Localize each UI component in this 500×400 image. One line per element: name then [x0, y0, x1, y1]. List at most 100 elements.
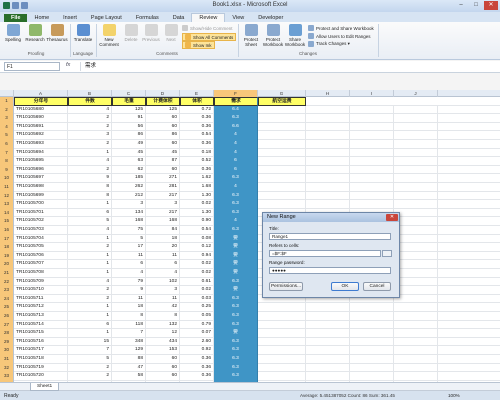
table-cell[interactable]: 11 — [146, 251, 180, 261]
table-cell[interactable]: 88 — [112, 355, 146, 364]
table-cell[interactable] — [394, 294, 438, 304]
tab-developer[interactable]: Developer — [251, 14, 290, 22]
table-cell[interactable]: 45 — [112, 148, 146, 158]
table-cell[interactable]: 0.07 — [180, 329, 214, 338]
table-cell[interactable] — [394, 183, 438, 192]
row-number[interactable]: 19 — [0, 251, 14, 261]
table-cell[interactable]: 11 — [112, 294, 146, 304]
table-cell[interactable]: 1 — [68, 251, 112, 261]
table-cell[interactable]: TR10105692 — [14, 131, 68, 140]
table-cell[interactable]: TR10105707 — [14, 260, 68, 269]
table-cell[interactable]: 0.36 — [180, 372, 214, 381]
table-cell[interactable]: 4 — [112, 269, 146, 278]
table-cell[interactable] — [350, 148, 394, 158]
table-cell[interactable] — [394, 226, 438, 235]
table-cell[interactable] — [306, 140, 350, 149]
table-cell[interactable] — [350, 191, 394, 201]
table-cell[interactable] — [350, 372, 394, 381]
column-header-i[interactable]: I — [350, 90, 394, 97]
table-cell[interactable]: 45 — [146, 148, 180, 158]
table-cell[interactable]: 86 — [146, 131, 180, 140]
table-cell[interactable] — [306, 200, 350, 209]
table-cell[interactable]: 7 — [112, 329, 146, 338]
table-cell[interactable]: TR10105705 — [14, 243, 68, 252]
table-cell[interactable]: 2 — [68, 165, 112, 175]
column-header-b[interactable]: B — [68, 90, 112, 97]
zoom-level[interactable]: 100% — [448, 393, 460, 398]
table-cell[interactable]: 1 — [68, 269, 112, 278]
table-cell[interactable] — [350, 140, 394, 149]
next-comment-button[interactable]: Next — [160, 24, 182, 42]
table-cell[interactable] — [350, 200, 394, 209]
table-cell[interactable]: 6.3 — [214, 191, 258, 201]
table-cell[interactable]: TR10105713 — [14, 312, 68, 321]
tab-review[interactable]: Review — [191, 13, 226, 22]
header-cell[interactable]: 航空运费 — [258, 97, 306, 106]
table-cell[interactable] — [306, 337, 350, 347]
table-cell[interactable]: TR10105690 — [14, 114, 68, 123]
table-cell[interactable]: 2 — [68, 114, 112, 123]
table-cell[interactable]: TR10105706 — [14, 251, 68, 261]
show-hide-comment-toggle[interactable]: Show/Hide Comment — [182, 25, 233, 31]
table-cell[interactable]: 84 — [146, 226, 180, 235]
allow-users-edit-ranges-button[interactable]: Allow Users to Edit Ranges — [308, 33, 371, 39]
range-password-input[interactable]: ●●●●● — [269, 267, 391, 274]
header-cell[interactable]: 毛重 — [112, 97, 146, 106]
cancel-button[interactable]: Cancel — [363, 282, 391, 291]
table-cell[interactable] — [258, 105, 306, 115]
table-cell[interactable]: 0.08 — [180, 234, 214, 244]
table-cell[interactable] — [394, 191, 438, 201]
table-cell[interactable]: 2 — [68, 286, 112, 295]
table-cell[interactable]: 6 — [68, 208, 112, 218]
column-header-j[interactable]: J — [394, 90, 438, 97]
table-cell[interactable]: 11 — [112, 251, 146, 261]
table-cell[interactable]: TR10105714 — [14, 320, 68, 330]
row-number[interactable]: 22 — [0, 277, 14, 287]
tab-insert[interactable]: Insert — [56, 14, 84, 22]
column-header-d[interactable]: D — [146, 90, 180, 97]
table-cell[interactable]: 4 — [68, 157, 112, 166]
header-cell[interactable]: 需求 — [214, 97, 258, 106]
table-cell[interactable] — [394, 303, 438, 312]
row-number[interactable]: 12 — [0, 191, 14, 201]
table-cell[interactable] — [306, 122, 350, 132]
table-cell[interactable]: 0.02 — [180, 269, 214, 278]
table-cell[interactable]: TR10105717 — [14, 346, 68, 355]
table-cell[interactable]: 要 — [214, 269, 258, 278]
table-cell[interactable]: 2 — [68, 140, 112, 149]
share-workbook-button[interactable]: Share Workbook — [284, 24, 306, 47]
table-cell[interactable]: 0.54 — [180, 131, 214, 140]
table-cell[interactable]: 6 — [146, 260, 180, 269]
thesaurus-button[interactable]: Thesaurus — [46, 24, 68, 42]
table-cell[interactable]: 86 — [112, 131, 146, 140]
table-cell[interactable]: 0.79 — [180, 320, 214, 330]
select-all-corner[interactable] — [0, 90, 14, 97]
table-cell[interactable] — [306, 363, 350, 373]
table-cell[interactable]: 60 — [146, 363, 180, 373]
table-cell[interactable]: 4 — [68, 277, 112, 287]
delete-comment-button[interactable]: Delete — [120, 24, 142, 42]
table-cell[interactable]: 60 — [146, 114, 180, 123]
table-cell[interactable]: 5 — [68, 355, 112, 364]
table-cell[interactable]: 6.3 — [214, 200, 258, 209]
show-all-comments-toggle[interactable]: Show All Comments — [182, 33, 237, 41]
table-cell[interactable] — [394, 114, 438, 123]
table-cell[interactable]: 20 — [146, 243, 180, 252]
table-cell[interactable]: 18 — [112, 303, 146, 312]
row-number[interactable]: 5 — [0, 131, 14, 140]
tab-home[interactable]: Home — [27, 14, 56, 22]
table-cell[interactable]: 0.05 — [180, 312, 214, 321]
table-cell[interactable]: 212 — [112, 191, 146, 201]
table-cell[interactable]: 0.36 — [180, 165, 214, 175]
row-number[interactable]: 9 — [0, 165, 14, 175]
table-cell[interactable]: 17 — [112, 243, 146, 252]
table-cell[interactable] — [306, 165, 350, 175]
table-cell[interactable] — [258, 200, 306, 209]
table-cell[interactable] — [258, 337, 306, 347]
row-number[interactable]: 20 — [0, 260, 14, 269]
table-cell[interactable] — [350, 157, 394, 166]
table-cell[interactable]: 0.52 — [180, 157, 214, 166]
table-cell[interactable] — [350, 183, 394, 192]
table-cell[interactable] — [258, 157, 306, 166]
table-cell[interactable] — [306, 191, 350, 201]
